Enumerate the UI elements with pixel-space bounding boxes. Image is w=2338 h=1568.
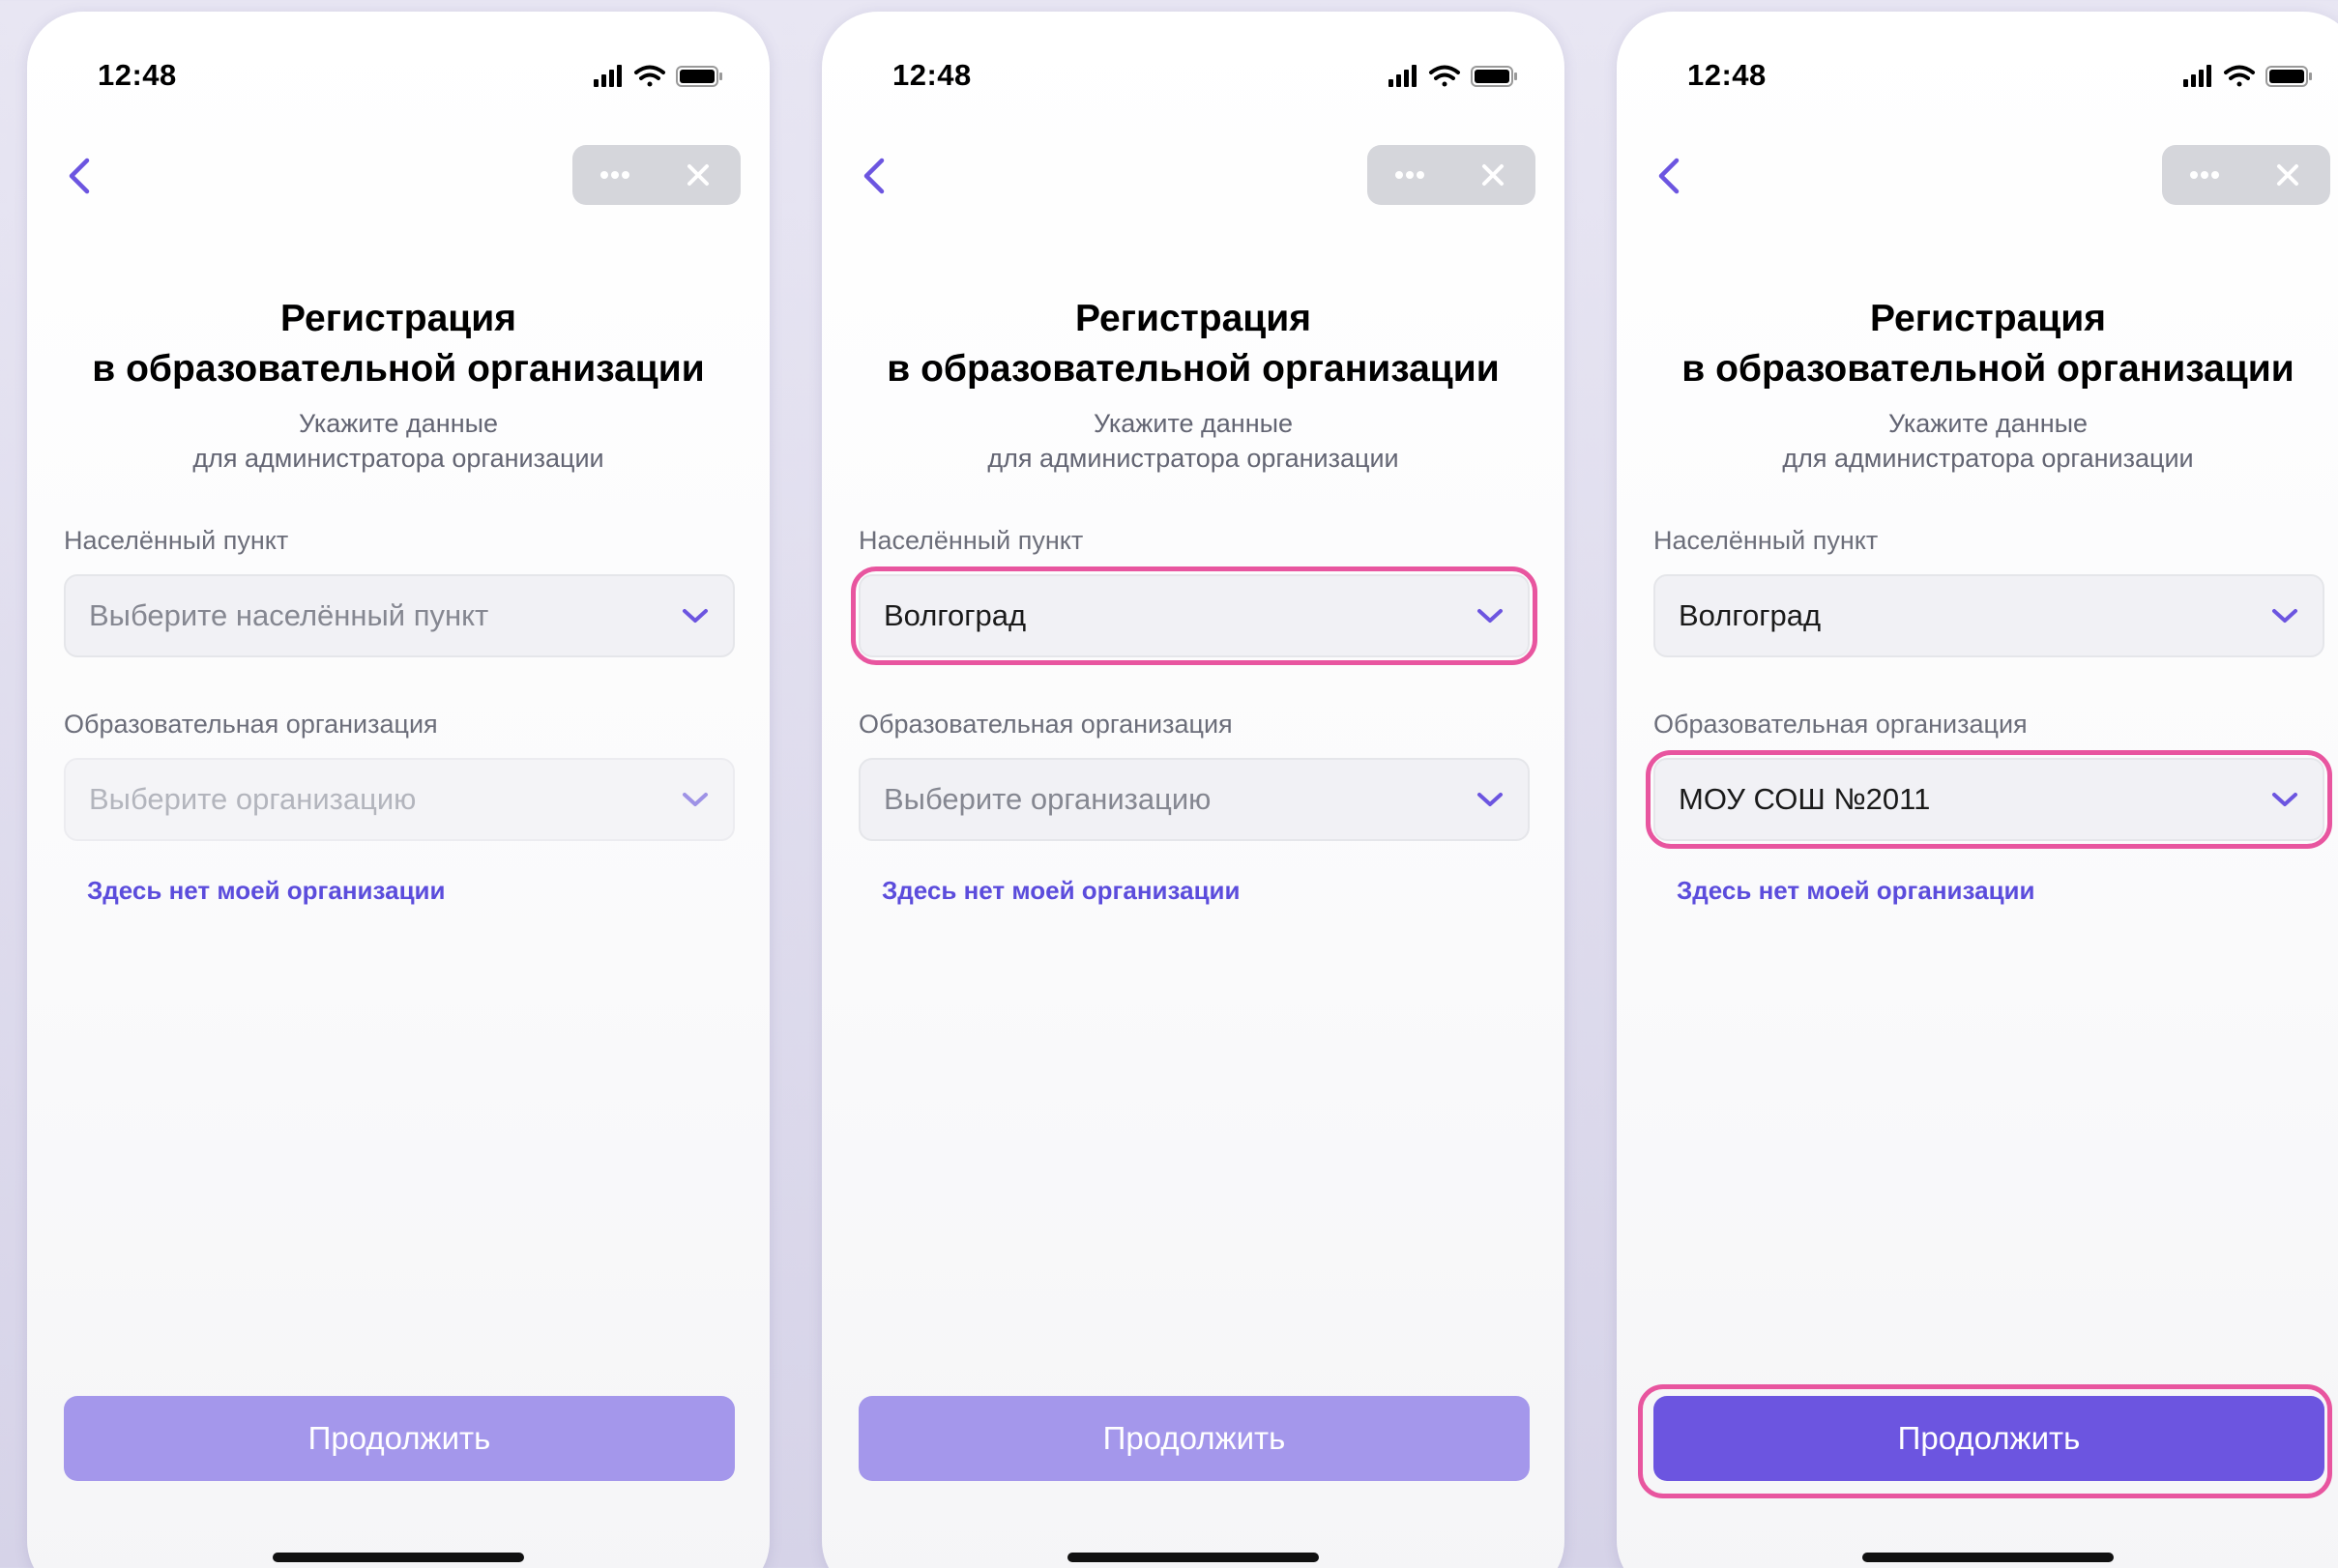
chevron-down-icon <box>1477 793 1503 806</box>
chevron-down-icon <box>1477 609 1503 623</box>
phone-screen-1: 12:48 Регистрация в образовательной орга… <box>27 12 770 1568</box>
battery-icon <box>1471 66 1517 87</box>
chevron-down-icon <box>683 609 708 623</box>
mini-app-controls <box>2162 145 2330 205</box>
close-button[interactable] <box>657 145 741 205</box>
close-icon <box>1482 164 1504 186</box>
status-bar: 12:48 <box>822 58 1564 97</box>
continue-button[interactable]: Продолжить <box>859 1396 1530 1481</box>
status-icons <box>594 65 722 87</box>
title-line-1: Регистрация <box>1870 298 2106 339</box>
subtitle-line-2: для администратора организации <box>1782 444 2194 473</box>
phone-screen-3: 12:48 Регистрация в образовательной орга… <box>1617 12 2338 1568</box>
chevron-left-icon <box>69 158 90 194</box>
close-icon <box>687 164 709 186</box>
missing-org-link[interactable]: Здесь нет моей организации <box>1677 876 2035 906</box>
more-dots-icon <box>600 171 629 179</box>
org-select[interactable]: МОУ СОШ №2011 <box>1653 758 2324 841</box>
home-indicator <box>273 1553 524 1562</box>
page-title: Регистрация в образовательной организаци… <box>27 294 770 394</box>
chevron-down-icon <box>683 793 708 806</box>
battery-icon <box>676 66 722 87</box>
signal-icon <box>2183 65 2211 87</box>
back-button[interactable] <box>58 147 104 205</box>
more-button[interactable] <box>2162 145 2246 205</box>
missing-org-link[interactable]: Здесь нет моей организации <box>882 876 1241 906</box>
org-label: Образовательная организация <box>64 710 438 739</box>
org-select-value: МОУ СОШ №2011 <box>1679 782 1931 816</box>
status-icons <box>2183 65 2312 87</box>
continue-button[interactable]: Продолжить <box>1653 1396 2324 1481</box>
city-select-value: Волгоград <box>1679 598 1822 632</box>
city-select[interactable]: Выберите населённый пункт <box>64 574 735 657</box>
signal-icon <box>1388 65 1417 87</box>
battery-icon <box>2265 66 2312 87</box>
phone-screen-2: 12:48 Регистрация в образовательной орга… <box>822 12 1564 1568</box>
back-button[interactable] <box>1648 147 1694 205</box>
city-select-value: Выберите населённый пункт <box>89 598 489 632</box>
subtitle-line-2: для администратора организации <box>192 444 604 473</box>
more-dots-icon <box>2190 171 2219 179</box>
page-subtitle: Укажите данные для администратора органи… <box>822 406 1564 476</box>
mini-app-controls <box>572 145 741 205</box>
page-title: Регистрация в образовательной организаци… <box>822 294 1564 394</box>
wifi-icon <box>2224 65 2255 87</box>
status-bar: 12:48 <box>27 58 770 97</box>
more-button[interactable] <box>1367 145 1451 205</box>
status-time: 12:48 <box>1687 58 1767 92</box>
status-bar: 12:48 <box>1617 58 2338 97</box>
home-indicator <box>1862 1553 2114 1562</box>
close-button[interactable] <box>2246 145 2330 205</box>
subtitle-line-1: Укажите данные <box>1887 409 2089 438</box>
city-label: Населённый пункт <box>64 526 289 555</box>
close-button[interactable] <box>1451 145 1535 205</box>
mini-app-controls <box>1367 145 1535 205</box>
signal-icon <box>594 65 622 87</box>
close-icon <box>2277 164 2298 186</box>
more-dots-icon <box>1395 171 1424 179</box>
back-button[interactable] <box>853 147 899 205</box>
city-select[interactable]: Волгоград <box>1653 574 2324 657</box>
wifi-icon <box>634 65 665 87</box>
org-select-value: Выберите организацию <box>89 782 417 816</box>
status-icons <box>1388 65 1517 87</box>
page-subtitle: Укажите данные для администратора органи… <box>27 406 770 476</box>
title-line-2: в образовательной организации <box>887 348 1500 390</box>
wifi-icon <box>1429 65 1460 87</box>
missing-org-link[interactable]: Здесь нет моей организации <box>87 876 446 906</box>
status-time: 12:48 <box>98 58 177 92</box>
page-title: Регистрация в образовательной организаци… <box>1617 294 2338 394</box>
title-line-1: Регистрация <box>280 298 516 339</box>
subtitle-line-1: Укажите данные <box>298 409 499 438</box>
home-indicator <box>1067 1553 1319 1562</box>
org-label: Образовательная организация <box>1653 710 2028 739</box>
org-select[interactable]: Выберите организацию <box>64 758 735 841</box>
subtitle-line-2: для администратора организации <box>987 444 1399 473</box>
chevron-down-icon <box>2272 793 2297 806</box>
title-line-2: в образовательной организации <box>1681 348 2294 390</box>
more-button[interactable] <box>572 145 657 205</box>
continue-button[interactable]: Продолжить <box>64 1396 735 1481</box>
org-select[interactable]: Выберите организацию <box>859 758 1530 841</box>
chevron-left-icon <box>863 158 885 194</box>
title-line-1: Регистрация <box>1075 298 1311 339</box>
city-label: Населённый пункт <box>859 526 1084 555</box>
org-label: Образовательная организация <box>859 710 1233 739</box>
city-label: Населённый пункт <box>1653 526 1879 555</box>
status-time: 12:48 <box>892 58 972 92</box>
city-select-value: Волгоград <box>884 598 1027 632</box>
chevron-down-icon <box>2272 609 2297 623</box>
chevron-left-icon <box>1658 158 1680 194</box>
org-select-value: Выберите организацию <box>884 782 1212 816</box>
title-line-2: в образовательной организации <box>92 348 705 390</box>
city-select[interactable]: Волгоград <box>859 574 1530 657</box>
page-subtitle: Укажите данные для администратора органи… <box>1617 406 2338 476</box>
subtitle-line-1: Укажите данные <box>1093 409 1294 438</box>
